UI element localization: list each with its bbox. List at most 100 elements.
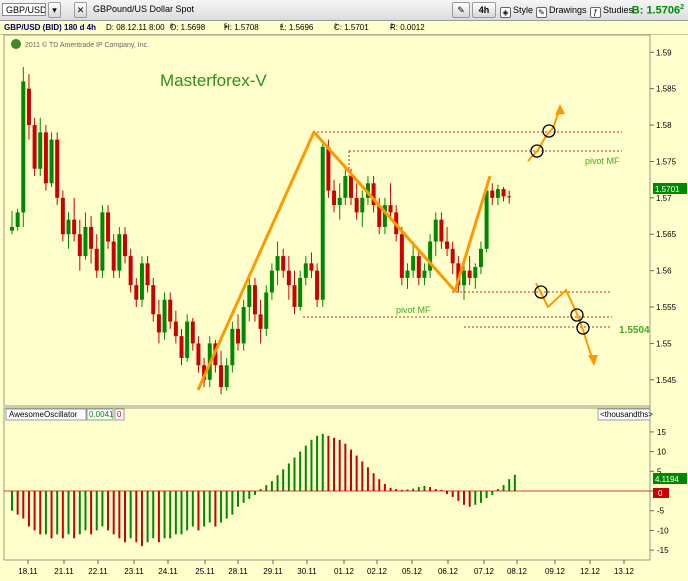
candle-body [292,285,297,308]
candle-body [507,196,512,198]
time-tick-label: 08.12 [507,567,528,576]
candle-body [185,321,190,358]
oscillator-value-tag-text: 4.1194 [655,475,679,484]
candle-body [173,321,178,337]
candle-body [275,256,280,271]
candle-body [162,299,167,333]
candle-body [134,285,139,300]
candle-body [315,270,320,300]
candle-body [128,256,133,286]
osc-tick-label: -15 [657,546,669,555]
candle-body [145,263,150,286]
candle-body [433,219,438,242]
time-tick-label: 13.12 [614,567,635,576]
candle-body [106,212,111,242]
candle-body [467,270,472,278]
candle-body [26,88,31,126]
oscillator-value: 0.0041 [89,410,114,419]
candle-body [388,205,393,213]
time-tick-label: 05.12 [402,567,423,576]
oscillator-panel-frame [3,407,651,561]
candle-body [49,139,54,184]
pivot-label-lower: pivot MF [396,305,431,315]
candle-body [43,132,48,184]
candle-body [236,328,240,344]
candle-body [151,285,156,315]
price-tick-label: 1.59 [656,48,672,57]
candle-body [60,197,65,235]
candle-body [264,292,269,329]
time-tick-label: 22.11 [88,567,108,576]
candle-body [332,190,337,206]
candle-body [190,321,195,344]
candle-body [123,234,127,257]
time-tick-label: 24.11 [158,567,178,576]
candle-body [490,190,495,198]
candle-body [416,256,421,278]
chart-window: GBP/USD ▾ ✕ GBPound/US Dollar Spot ✎ 4h … [0,0,688,581]
candle-body [83,226,88,257]
price-tick-label: 1.565 [656,230,677,239]
watermark-text: Masterforex-V [160,71,267,90]
candle-body [320,146,325,300]
candle-body [21,81,26,213]
candle-body [445,241,450,249]
target-level-label: 1.5504 [619,325,650,336]
candle-body [450,248,455,264]
time-axis-ticks: 18.11 21.11 22.11 23.11 24.11 25.11 28.11 29.11… [18,560,635,576]
candle-body [495,189,500,198]
price-tick-label: 1.575 [656,157,677,166]
candle-body [179,336,184,358]
candle-body [219,365,224,388]
time-tick-label: 12.12 [580,567,601,576]
candle-body [462,270,466,286]
chart-canvas: 2011 © TD Ameritrade IP Company, Inc. Ma… [3,34,687,576]
price-tick-label: 1.56 [656,267,672,276]
candle-body [473,266,478,278]
osc-tick-label: -10 [657,526,669,535]
candle-body [66,219,71,235]
candle-body [411,256,416,271]
oscillator-name: AwesomeOscillator [9,410,78,419]
time-tick-label: 25.11 [195,567,215,576]
candle-body [94,248,99,271]
candle-body [326,146,331,191]
candle-body [399,234,404,278]
candle-body [156,314,161,333]
candle-body [252,285,257,315]
candle-body [38,132,43,169]
time-tick-label: 06.12 [438,567,459,576]
candle-body [258,314,263,329]
candle-body [405,270,410,278]
time-tick-label: 07.12 [474,567,495,576]
pivot-label-upper: pivot MF [585,156,620,166]
price-tick-label: 1.55 [656,339,672,348]
candle-body [100,212,105,271]
candle-body [196,343,201,366]
price-tick-label: 1.545 [656,376,677,385]
candle-body [72,219,77,235]
time-tick-label: 01.12 [334,567,355,576]
candle-body [32,125,37,169]
candle-body [168,299,173,322]
candle-body [111,241,116,271]
time-tick-label: 23.11 [124,567,144,576]
candle-body [269,270,274,293]
td-logo-icon [11,39,21,49]
candle-body [484,190,489,249]
price-tick-label: 1.58 [656,121,672,130]
candle-body [247,285,252,308]
candle-body [55,139,60,198]
candle-body [439,219,444,242]
time-tick-label: 18.11 [18,567,38,576]
candle-body [15,212,20,227]
price-axis-ticks: 1.545 1.55 1.555 1.56 1.565 1.57 1.575 1.58 1.58… [650,48,677,385]
candle-body [10,226,14,231]
candle-body [354,197,359,213]
oscillator-zero-tag-text: 0 [658,489,663,498]
candle-body [286,270,291,286]
osc-tick-label: 15 [657,428,666,437]
candle-body [422,270,427,278]
price-tick-label: 1.57 [656,194,672,203]
osc-tick-label: 10 [657,448,666,457]
